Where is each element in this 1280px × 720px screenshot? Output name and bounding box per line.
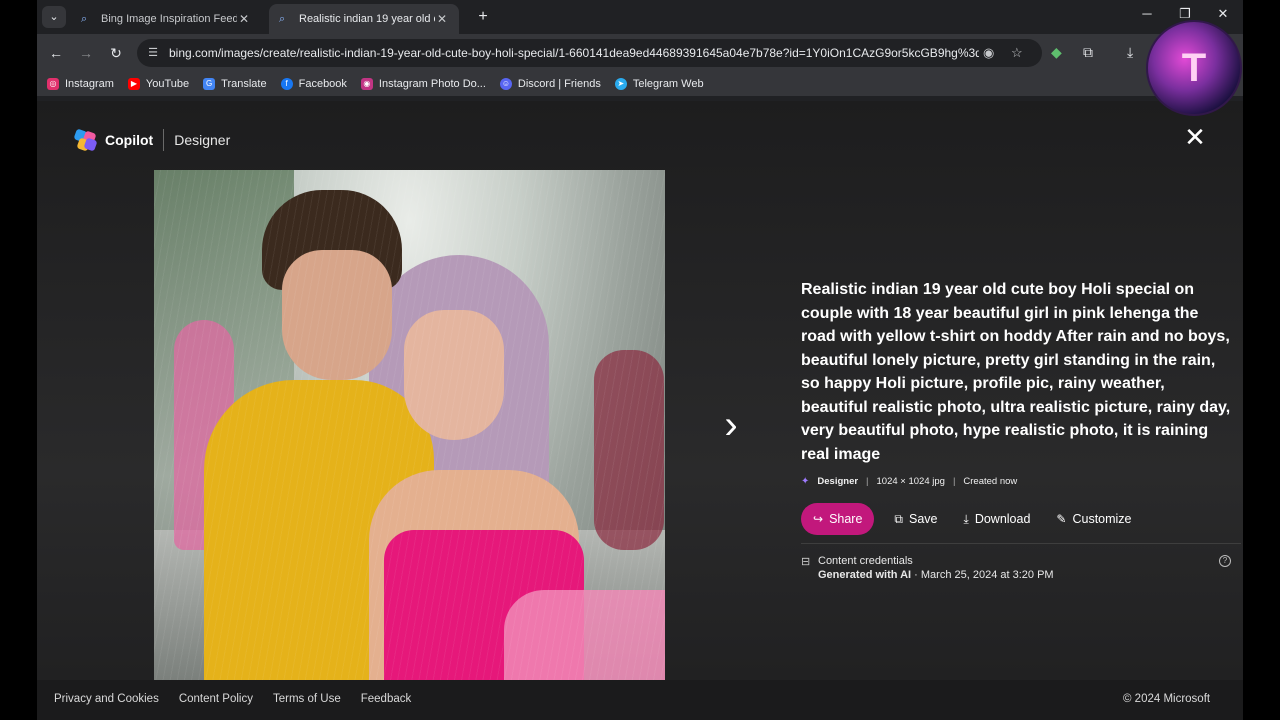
bookmark-instagram-photo[interactable]: ◉ Instagram Photo Do... [360,78,486,90]
privacy-link[interactable]: Privacy and Cookies [54,693,159,705]
magic-wand-icon: ✎ [1056,512,1067,526]
bookmark-label: YouTube [145,78,190,90]
url-text: bing.com/images/create/realistic-indian-… [169,46,979,60]
left-letterbox [0,0,37,720]
meta-created: Created now [963,476,1018,487]
minimize-icon[interactable]: ─ [1132,6,1162,21]
forward-icon[interactable]: → [76,43,96,63]
close-window-icon[interactable]: ✕ [1208,6,1238,22]
tab-realistic-indian[interactable]: ⌕ Realistic indian 19 year old cute ✕ [269,4,459,34]
new-tab-button[interactable]: + [473,7,493,27]
designer-icon: ✦ [801,476,810,487]
facebook-icon: f [280,78,293,90]
download-button[interactable]: ⤓ Download [958,503,1037,535]
content-policy-link[interactable]: Content Policy [179,693,253,705]
bookmark-youtube[interactable]: ▶ YouTube [127,78,190,90]
bookmark-instagram[interactable]: ◎ Instagram [47,78,114,90]
generated-image[interactable] [154,170,665,680]
bookmark-discord[interactable]: ☺ Discord | Friends [499,78,601,90]
tab-strip: ⌄ ⌕ Bing Image Inspiration Feed ✕ ⌕ Real… [37,0,1243,34]
bookmark-label: Instagram Photo Do... [378,78,486,90]
close-tab-icon[interactable]: ✕ [237,12,251,26]
tab-search-button[interactable]: ⌄ [42,6,66,28]
credentials-generated: Generated with AI [818,569,912,581]
search-icon: ⌕ [81,13,88,25]
avatar: T [1146,20,1242,116]
bookmark-telegram[interactable]: ➤ Telegram Web [614,78,704,90]
image-detail-page: Copilot Designer ✕ › Realistic indian 19… [37,101,1243,720]
bookmark-star-icon[interactable]: ☆ [1011,45,1023,61]
image-prompt: Realistic indian 19 year old cute boy Ho… [801,281,1231,463]
extension-icon[interactable]: ◆ [1051,44,1062,61]
search-icon: ⌕ [279,13,286,25]
tab-bing-image-feed[interactable]: ⌕ Bing Image Inspiration Feed ✕ [71,4,261,34]
meta-divider: | [952,476,956,487]
tab-title: Bing Image Inspiration Feed [101,13,237,25]
instagram-icon: ◎ [47,78,59,90]
close-tab-icon[interactable]: ✕ [435,12,449,26]
bookmark-label: Facebook [298,78,347,90]
translate-icon: G [203,78,216,90]
content-credentials: ⊟ Content credentials Generated with AI … [801,554,1054,582]
site-info-icon[interactable]: ☰ [145,45,161,61]
credentials-date: · March 25, 2024 at 3:20 PM [911,569,1054,581]
tracking-protection-icon[interactable]: ◉ [983,45,994,61]
browser-toolbar: ← → ↻ ☰ bing.com/images/create/realistic… [37,34,1243,72]
download-icon[interactable]: ⤓ [1127,44,1133,61]
download-icon: ⤓ [963,511,969,526]
brand-name[interactable]: Copilot [105,132,153,148]
telegram-icon: ➤ [614,78,627,90]
instagram-photo-icon: ◉ [360,78,373,90]
reload-icon[interactable]: ↻ [106,43,126,63]
address-bar[interactable]: ☰ bing.com/images/create/realistic-india… [137,39,1042,67]
brand-divider [163,129,165,151]
product-name[interactable]: Designer [174,132,230,148]
meta-source: Designer [817,476,859,487]
feedback-link[interactable]: Feedback [361,693,412,705]
help-icon[interactable]: ? [1219,555,1231,567]
credentials-title: Content credentials [818,555,913,567]
section-divider [801,543,1241,544]
share-button[interactable]: ↪ Share [801,503,875,535]
action-bar: ↪ Share ⧉ Save ⤓ Download ✎ Customize [801,503,1144,535]
bookmark-facebook[interactable]: f Facebook [280,78,347,90]
page-footer: Privacy and Cookies Content Policy Terms… [37,680,1243,720]
discord-icon: ☺ [499,78,512,90]
bookmark-label: Instagram [65,78,114,90]
save-collection-icon: ⧉ [894,511,903,526]
extensions-puzzle-icon[interactable]: ⧉ [1083,44,1093,61]
meta-size: 1024 × 1024 jpg [876,476,945,487]
share-icon: ↪ [813,512,824,526]
customize-label: Customize [1072,512,1132,526]
bookmark-label: Telegram Web [632,78,704,90]
bookmarks-bar: ◎ Instagram ▶ YouTube G Translate f Facebook… [37,72,1243,96]
right-letterbox [1243,0,1280,720]
youtube-icon: ▶ [127,78,140,90]
back-icon[interactable]: ← [46,43,66,63]
save-button[interactable]: ⧉ Save [882,503,949,535]
terms-link[interactable]: Terms of Use [273,693,341,705]
customize-button[interactable]: ✎ Customize [1044,503,1143,535]
image-meta: ✦ Designer | 1024 × 1024 jpg | Created n… [801,476,1017,487]
share-label: Share [829,512,863,526]
tab-title: Realistic indian 19 year old cute [299,13,435,25]
close-icon[interactable]: ✕ [1183,124,1207,150]
credentials-detail: Generated with AI · March 25, 2024 at 3:… [818,568,1054,582]
download-label: Download [974,512,1031,526]
bookmark-label: Discord | Friends [517,78,601,90]
copilot-logo-icon [73,128,98,152]
save-label: Save [909,512,938,526]
footer-links: Privacy and Cookies Content Policy Terms… [54,693,411,705]
bookmark-translate[interactable]: G Translate [203,78,267,90]
brand-header: Copilot Designer [73,128,230,152]
meta-divider: | [866,476,869,487]
copyright: © 2024 Microsoft [1123,693,1211,705]
bookmark-label: Translate [221,78,267,90]
next-image-chevron-icon[interactable]: › [719,405,743,447]
credentials-icon: ⊟ [801,556,811,568]
